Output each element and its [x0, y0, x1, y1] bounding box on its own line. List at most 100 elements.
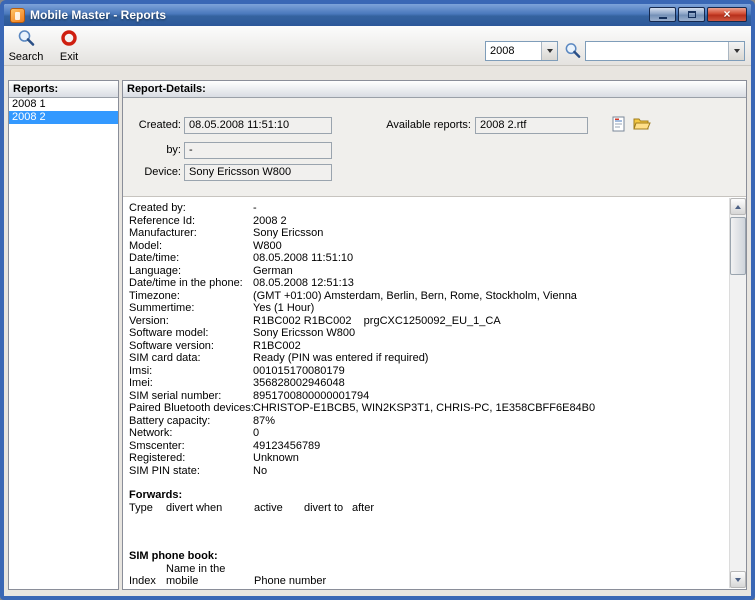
preview-row: Summertime:Yes (1 Hour)	[129, 302, 729, 315]
column-header: divert when	[166, 502, 254, 515]
preview-area: Created by:-Reference Id:2008 2Manufactu…	[123, 197, 746, 589]
preview-row: SIM serial number:8951700800000001794	[129, 390, 729, 403]
exit-button[interactable]: Exit	[49, 28, 89, 63]
reports-panel-header: Reports:	[9, 81, 118, 98]
report-details-panel: Report-Details: Created: 08.05.2008 11:5…	[122, 80, 747, 590]
preview-field-label: Paired Bluetooth devices:	[129, 402, 253, 415]
maximize-button[interactable]	[678, 7, 705, 22]
minimize-button[interactable]	[649, 7, 676, 22]
preview-field-label: Software model:	[129, 327, 253, 340]
preview-field-value: German	[253, 265, 293, 277]
preview-row: Imsi:001015170080179	[129, 365, 729, 378]
filter-search-icon[interactable]	[564, 42, 581, 62]
preview-row: SIM PIN state:No	[129, 465, 729, 478]
preview-field-label: Created by:	[129, 202, 253, 215]
search-button[interactable]: Search	[6, 28, 46, 63]
scroll-down-button[interactable]	[730, 571, 746, 588]
open-folder-icon	[633, 116, 651, 134]
toolbar: Search Exit 2008	[4, 26, 751, 66]
preview-field-value: Ready (PIN was entered if required)	[253, 352, 428, 364]
view-report-button[interactable]	[609, 116, 629, 134]
preview-field-label: Smscenter:	[129, 440, 253, 453]
preview-scrollbar[interactable]	[729, 198, 746, 588]
preview-content[interactable]: Created by:-Reference Id:2008 2Manufactu…	[123, 198, 729, 589]
preview-field-label: Registered:	[129, 452, 253, 465]
preview-field-label: Battery capacity:	[129, 415, 253, 428]
scrollbar-thumb[interactable]	[730, 217, 746, 275]
preview-field-value: Unknown	[253, 452, 299, 464]
preview-row: Language:German	[129, 265, 729, 278]
list-item[interactable]: 2008 2	[9, 111, 118, 124]
preview-field-value: R1BC002	[253, 340, 301, 352]
year-combobox-value: 2008	[486, 42, 541, 60]
preview-field-label: Summertime:	[129, 302, 253, 315]
preview-row: Registered:Unknown	[129, 452, 729, 465]
report-details-header: Report-Details:	[123, 81, 746, 98]
preview-field-value: 001015170080179	[253, 365, 345, 377]
filter-combobox-dropdown-button[interactable]	[728, 42, 744, 60]
available-reports-field[interactable]: 2008 2.rtf	[475, 117, 588, 134]
created-by-field: -	[184, 142, 332, 159]
list-item[interactable]: 2008 1	[9, 98, 118, 111]
preview-field-label: SIM PIN state:	[129, 465, 253, 478]
preview-field-label: Language:	[129, 265, 253, 278]
preview-field-label: Date/time in the phone:	[129, 277, 253, 290]
preview-field-value: CHRISTOP-E1BCB5, WIN2KSP3T1, CHRIS-PC, 1…	[253, 402, 595, 414]
exit-icon	[60, 29, 78, 50]
filter-combobox[interactable]	[585, 41, 745, 61]
preview-row: Software version:R1BC002	[129, 340, 729, 353]
preview-row: Smscenter:49123456789	[129, 440, 729, 453]
open-report-button[interactable]	[632, 116, 652, 134]
column-header: Index	[129, 575, 166, 588]
available-reports-label: Available reports:	[363, 117, 471, 134]
preview-field-label: Reference Id:	[129, 215, 253, 228]
preview-row: Manufacturer:Sony Ericsson	[129, 227, 729, 240]
preview-field-label: Version:	[129, 315, 253, 328]
forwards-section-title: Forwards:	[129, 489, 729, 502]
column-header: Type	[129, 502, 166, 515]
year-combobox[interactable]: 2008	[485, 41, 558, 61]
preview-field-label: SIM serial number:	[129, 390, 253, 403]
preview-field-label: SIM card data:	[129, 352, 253, 365]
preview-field-label: Imei:	[129, 377, 253, 390]
reports-list: 2008 12008 2	[9, 98, 118, 124]
preview-row: Version:R1BC002 R1BC002 prgCXC1250092_EU…	[129, 315, 729, 328]
exit-button-label: Exit	[60, 51, 78, 63]
preview-field-value: Yes (1 Hour)	[253, 302, 314, 314]
year-combobox-dropdown-button[interactable]	[541, 42, 557, 60]
preview-fields: Created by:-Reference Id:2008 2Manufactu…	[129, 202, 729, 477]
preview-row: Imei:356828002946048	[129, 377, 729, 390]
device-label: Device:	[123, 164, 181, 181]
chevron-down-icon	[547, 49, 553, 53]
reports-panel: Reports: 2008 12008 2	[8, 80, 119, 590]
forwards-column-headers: Typedivert whenactivedivert toafter	[129, 502, 729, 515]
window-controls: ×	[647, 7, 747, 22]
search-icon	[17, 29, 35, 50]
preview-field-value: 8951700800000001794	[253, 390, 369, 402]
title-bar: Mobile Master - Reports ×	[4, 4, 751, 26]
close-button[interactable]: ×	[707, 7, 747, 22]
search-button-label: Search	[9, 51, 44, 63]
preview-field-label: Date/time:	[129, 252, 253, 265]
preview-field-value: 08.05.2008 11:51:10	[253, 252, 353, 264]
preview-field-value: -	[253, 202, 257, 214]
sim-phonebook-column-headers: IndexName in the mobilePhone number	[129, 563, 729, 588]
preview-field-label: Model:	[129, 240, 253, 253]
sim-phonebook-section-title: SIM phone book:	[129, 550, 729, 563]
column-header: active	[254, 502, 304, 515]
column-header: divert to	[304, 502, 352, 515]
preview-field-value: 0	[253, 427, 259, 439]
preview-row: Software model:Sony Ericsson W800	[129, 327, 729, 340]
maximize-icon	[688, 11, 696, 18]
report-details-form: Created: 08.05.2008 11:51:10 Available r…	[123, 98, 746, 197]
preview-row: Date/time in the phone:08.05.2008 12:51:…	[129, 277, 729, 290]
window-title: Mobile Master - Reports	[30, 8, 166, 22]
chevron-down-icon	[735, 578, 741, 582]
created-field: 08.05.2008 11:51:10	[184, 117, 332, 134]
preview-field-value: W800	[253, 240, 282, 252]
preview-row: Model:W800	[129, 240, 729, 253]
preview-field-label: Imsi:	[129, 365, 253, 378]
preview-field-label: Manufacturer:	[129, 227, 253, 240]
preview-field-value: 87%	[253, 415, 275, 427]
scroll-up-button[interactable]	[730, 198, 746, 215]
